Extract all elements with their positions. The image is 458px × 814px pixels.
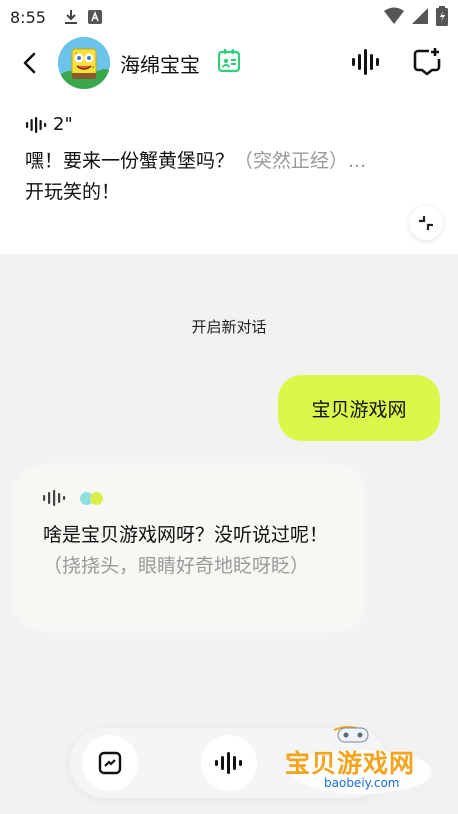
- typing-dots-icon: [80, 491, 103, 505]
- collapse-icon: [419, 216, 433, 230]
- collapse-button[interactable]: [409, 206, 443, 240]
- ai-message-card[interactable]: 啥是宝贝游戏网呀？没听说过呢！ （挠挠头，眼睛好奇地眨呀眨）: [18, 468, 362, 628]
- mic-wave-icon: [215, 752, 242, 774]
- keyboard-button[interactable]: [82, 735, 138, 791]
- id-badge-icon[interactable]: [217, 49, 241, 77]
- voice-duration: 2": [53, 114, 73, 135]
- voice-wave-icon[interactable]: [42, 490, 66, 506]
- back-button[interactable]: [14, 48, 44, 78]
- battery-icon: [436, 6, 448, 30]
- ai-reply-hint: （挠挠头，眼睛好奇地眨呀眨）: [43, 555, 310, 577]
- back-icon: [23, 52, 36, 74]
- new-conversation-divider: 开启新对话: [191, 318, 267, 336]
- keyboard-icon: [98, 751, 122, 775]
- chat-header: 海绵宝宝: [0, 34, 458, 96]
- ai-reply-main: 啥是宝贝游戏网呀？没听说过呢！: [43, 524, 329, 546]
- new-chat-button[interactable]: [412, 47, 442, 81]
- summary-text: 嘿！要来一份蟹黄堡吗？（突然正经）... 开玩笑的！: [25, 146, 435, 208]
- a-icon: [87, 10, 102, 24]
- voice-input-button[interactable]: [201, 735, 257, 791]
- avatar[interactable]: [58, 37, 110, 89]
- voice-wave-icon: [352, 49, 379, 75]
- voice-call-button[interactable]: [350, 48, 382, 80]
- user-message-bubble[interactable]: 宝贝游戏网: [278, 375, 440, 441]
- last-message-summary: 2" 嘿！要来一份蟹黄堡吗？（突然正经）... 开玩笑的！: [0, 96, 458, 254]
- summary-main: 嘿！要来一份蟹黄堡吗？: [25, 150, 235, 172]
- voice-message[interactable]: 2": [25, 114, 73, 135]
- user-message-text: 宝贝游戏网: [311, 398, 407, 421]
- new-chat-icon: [413, 48, 441, 76]
- watermark-title: 宝贝游戏网: [285, 749, 416, 778]
- status-time: 8:55: [10, 7, 46, 27]
- voice-wave-icon: [26, 116, 47, 133]
- summary-line2: 开玩笑的！: [25, 181, 121, 203]
- watermark-logo: 宝贝游戏网 baobeiy.com: [282, 724, 442, 796]
- status-bar: 8:55: [0, 0, 458, 34]
- watermark-url: baobeiy.com: [324, 776, 400, 790]
- summary-hint: （突然正经）...: [234, 150, 367, 172]
- signal-icon: [412, 7, 428, 29]
- character-name: 海绵宝宝: [120, 53, 200, 77]
- download-icon: [64, 9, 78, 25]
- wifi-icon: [384, 7, 404, 29]
- ai-reply-text: 啥是宝贝游戏网呀？没听说过呢！ （挠挠头，眼睛好奇地眨呀眨）: [43, 520, 353, 582]
